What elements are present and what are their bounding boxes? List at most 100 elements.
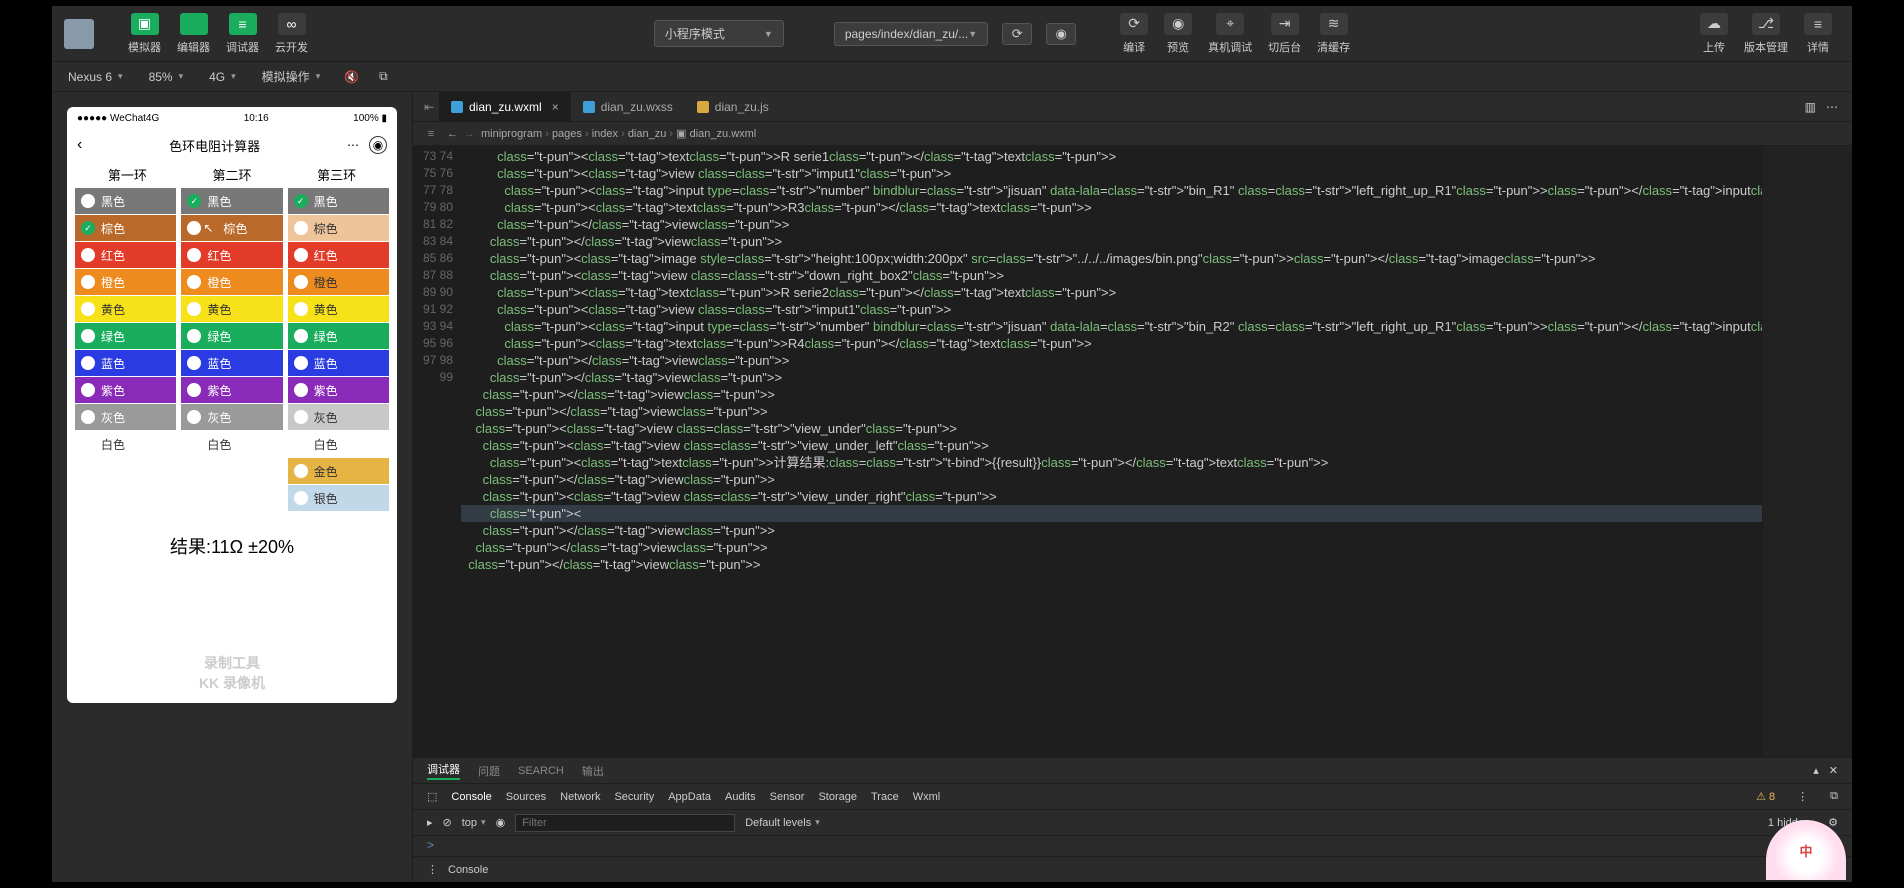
drawer-console-tab[interactable]: Console [448,864,488,876]
color-橙色[interactable]: 橙色 [181,269,282,295]
tab-ring3[interactable]: 第三环 [317,165,356,184]
refresh-icon[interactable]: ⟳ [1002,23,1032,45]
target-icon[interactable]: ◉ [369,136,387,154]
levels-select[interactable]: Default levels ▾ [745,817,820,829]
color-黑色[interactable]: ✓黑色 [181,188,282,214]
filter-input[interactable] [515,814,735,832]
color-紫色[interactable]: 紫色 [181,377,282,403]
close-icon[interactable]: ✕ [1829,764,1838,777]
mock-select[interactable]: 模拟操作▾ [254,66,329,87]
color-灰色[interactable]: 灰色 [288,404,389,430]
toolbar-编辑器[interactable]: 编辑器 [169,11,218,57]
toggle-sidebar-icon[interactable]: ⇤ [419,100,439,114]
devtab-appdata[interactable]: AppData [668,791,711,803]
toolbar-调试器[interactable]: ≡调试器 [218,11,267,57]
color-黑色[interactable]: ✓黑色 [288,188,389,214]
file-tab-dian_zu.js[interactable]: dian_zu.js [685,92,781,122]
color-蓝色[interactable]: 蓝色 [181,350,282,376]
color-绿色[interactable]: 绿色 [75,323,176,349]
devtab-sources[interactable]: Sources [506,791,546,803]
color-白色[interactable]: 白色 [288,431,389,457]
devtab-sensor[interactable]: Sensor [770,791,805,803]
crumb-miniprogram[interactable]: miniprogram [481,128,542,140]
tab-ring2[interactable]: 第二环 [212,165,251,184]
crumb-pages[interactable]: pages [552,128,582,140]
toolbar-上传[interactable]: ☁上传 [1692,11,1736,57]
toolbar-编译[interactable]: ⟳编译 [1112,11,1156,57]
play-icon[interactable]: ▸ [427,816,433,829]
mute-icon[interactable]: 🔇 [344,70,359,84]
devtab-console[interactable]: Console [451,791,491,803]
code-editor[interactable]: 73 74 75 76 77 78 79 80 81 82 83 84 85 8… [413,146,1852,757]
more-icon[interactable]: ⋯ [1826,100,1838,114]
color-紫色[interactable]: 紫色 [75,377,176,403]
eye-icon[interactable]: ◉ [1046,23,1076,45]
console-prompt[interactable]: > [413,836,1852,856]
color-绿色[interactable]: 绿色 [288,323,389,349]
devtab-wxml[interactable]: Wxml [913,791,941,803]
color-红色[interactable]: 红色 [288,242,389,268]
tab-ring1[interactable]: 第一环 [108,165,147,184]
eye-icon[interactable]: ◉ [496,816,506,829]
color-黄色[interactable]: 黄色 [288,296,389,322]
menu-icon[interactable]: ⋯ [347,138,359,152]
devtab-storage[interactable]: Storage [818,791,857,803]
color-棕色[interactable]: 棕色 [288,215,389,241]
kebab-icon[interactable]: ⋮ [427,863,438,876]
color-黄色[interactable]: 黄色 [75,296,176,322]
toolbar-清缓存[interactable]: ≋清缓存 [1309,11,1358,57]
chevron-up-icon[interactable]: ▴ [1813,764,1819,777]
color-棕色[interactable]: ✓棕色 [75,215,176,241]
context-select[interactable]: top ▾ [462,817,486,829]
color-蓝色[interactable]: 蓝色 [75,350,176,376]
color-银色[interactable]: 银色 [288,485,389,511]
split-icon[interactable]: ▥ [1805,100,1816,114]
dock-icon[interactable]: ⧉ [1830,790,1838,803]
inspect-icon[interactable]: ⬚ [427,790,437,803]
toolbar-云开发[interactable]: ∞云开发 [267,11,316,57]
device-select[interactable]: Nexus 6▾ [60,68,131,86]
fwd-nav-icon[interactable]: → [464,128,475,140]
clear-icon[interactable]: ⊘ [443,816,452,829]
toolbar-预览[interactable]: ◉预览 [1156,11,1200,57]
crumb-dian_zu[interactable]: dian_zu [628,128,667,140]
toolbar-详情[interactable]: ≡详情 [1796,11,1840,57]
back-nav-icon[interactable]: ← [447,128,458,140]
popout-icon[interactable]: ⧉ [379,69,388,84]
color-红色[interactable]: 红色 [75,242,176,268]
file-tab-dian_zu.wxml[interactable]: dian_zu.wxml× [439,92,571,122]
color-金色[interactable]: 金色 [288,458,389,484]
warnings-badge[interactable]: ⚠ 8 [1756,790,1775,803]
kebab-icon[interactable]: ⋮ [1797,790,1808,803]
color-白色[interactable]: 白色 [181,431,282,457]
back-icon[interactable]: ‹ [77,136,82,154]
color-红色[interactable]: 红色 [181,242,282,268]
toolbar-真机调试[interactable]: ⌖真机调试 [1200,11,1260,57]
color-灰色[interactable]: 灰色 [75,404,176,430]
zoom-select[interactable]: 85%▾ [141,68,192,86]
tab-output[interactable]: 输出 [582,763,604,779]
color-紫色[interactable]: 紫色 [288,377,389,403]
tab-search[interactable]: SEARCH [518,765,564,777]
color-白色[interactable]: 白色 [75,431,176,457]
color-橙色[interactable]: 橙色 [75,269,176,295]
color-绿色[interactable]: 绿色 [181,323,282,349]
color-灰色[interactable]: 灰色 [181,404,282,430]
mode-select[interactable]: 小程序模式▼ [654,20,784,47]
toolbar-模拟器[interactable]: ▣模拟器 [120,11,169,57]
devtab-audits[interactable]: Audits [725,791,756,803]
devtab-security[interactable]: Security [614,791,654,803]
network-select[interactable]: 4G▾ [201,68,244,86]
toolbar-切后台[interactable]: ⇥切后台 [1260,11,1309,57]
file-tab-dian_zu.wxss[interactable]: dian_zu.wxss [571,92,685,122]
avatar[interactable] [64,19,94,49]
list-icon[interactable]: ≡ [421,128,441,140]
tab-debugger[interactable]: 调试器 [427,761,460,780]
color-棕色[interactable]: ↖棕色 [181,215,282,241]
devtab-trace[interactable]: Trace [871,791,899,803]
toolbar-版本管理[interactable]: ⎇版本管理 [1736,11,1796,57]
color-黑色[interactable]: 黑色 [75,188,176,214]
crumb-index[interactable]: index [592,128,618,140]
crumb-dian_zu.wxml[interactable]: ▣ dian_zu.wxml [676,128,756,140]
tab-problems[interactable]: 问题 [478,763,500,779]
